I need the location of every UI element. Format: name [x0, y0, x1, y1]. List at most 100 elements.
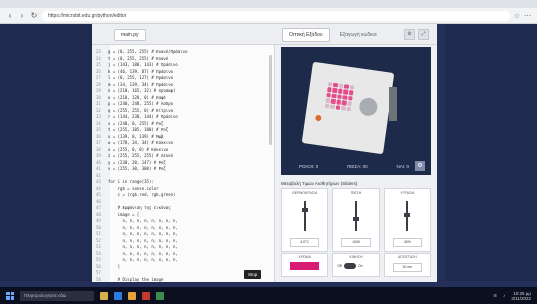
- reload-icon[interactable]: ↻: [30, 11, 38, 20]
- color-panel: ΧΡΩΜΑ: [281, 253, 329, 277]
- sim-settings-icon[interactable]: ⚙: [415, 161, 425, 171]
- code-text: n, n, n, n, n, n, n, n,: [108, 237, 178, 243]
- led-pixel: [347, 95, 353, 101]
- code-text: # Display the image: [108, 276, 164, 282]
- status-pressure: ΠΙΕΣΑ: 00: [346, 164, 368, 169]
- led-pixel: [337, 88, 343, 94]
- distance-panel: ΑΠΟΣΤΑΣΗ 30 cm: [383, 253, 431, 277]
- app-header: main.py Οπτική Εξόδου Εξαγωγή κώδικα ⚙ ⤢: [92, 24, 437, 45]
- app-icon[interactable]: [156, 291, 164, 300]
- code-text: v = (255, 30, 300) # Ροζ: [108, 166, 166, 171]
- led-pixel: [346, 101, 352, 107]
- sensor-humidity: ΥΓΡΑΣΙΑ 40%: [383, 188, 431, 252]
- edge-icon[interactable]: [114, 291, 122, 300]
- code-text: m = (34, 139, 34) # Πράσινο: [108, 81, 174, 87]
- code-text: y = (238, 20, 147) # Ροζ: [108, 159, 166, 165]
- sensor-value-input[interactable]: 40%: [392, 238, 422, 247]
- tab-visual-output[interactable]: Οπτική Εξόδου: [282, 28, 330, 42]
- address-bar[interactable]: https://microbit.edu.gr/python/editor: [42, 10, 510, 21]
- code-text: n, n, n, n, n, n, n, n,: [108, 244, 178, 249]
- code-text: ]: [108, 263, 121, 269]
- slider-handle[interactable]: [301, 208, 308, 212]
- monitor-screen: ‹ › ↻ https://microbit.edu.gr/python/edi…: [0, 0, 537, 287]
- sensor-label: ΠΙΕΣΗ: [350, 191, 362, 195]
- motion-toggle-row: Off On: [337, 263, 374, 269]
- code-text: n, n, n, n, n, n, n, n,: [108, 257, 178, 262]
- led-pixel: [343, 89, 349, 95]
- chrome-icon[interactable]: [128, 291, 136, 300]
- star-icon[interactable]: ☆: [514, 12, 520, 20]
- header-icons: ⚙ ⤢: [404, 29, 429, 40]
- sensor-value-input[interactable]: 4.0°C: [290, 238, 320, 247]
- clock[interactable]: 10:25 μμ 3/11/2022: [511, 291, 531, 301]
- clock-time: 10:25 μμ: [513, 290, 531, 296]
- code-text: for i in range(35):: [108, 179, 154, 184]
- file-explorer-icon[interactable]: [100, 291, 108, 300]
- extra-sensor-panels: ΧΡΩΜΑ ΚΙΝΗΣΗ Off On ΑΠΟΣΤΑΣΗ 30 cm: [281, 253, 431, 277]
- toggle-on-label: On: [357, 264, 363, 268]
- status-yes: ΝΑΙ: 0: [396, 164, 409, 169]
- motion-toggle[interactable]: [343, 263, 356, 269]
- code-text: l = (0, 255, 127) # Πράσινο: [108, 75, 174, 80]
- led-pixel: [325, 98, 331, 104]
- slider-handle[interactable]: [352, 217, 359, 221]
- led-pixel: [326, 92, 332, 98]
- app-icon[interactable]: [142, 291, 150, 300]
- simulator: ΡΟΛΟΙ: 0 ΠΙΕΣΑ: 00 ΝΑΙ: 0 ⚙: [281, 47, 431, 175]
- code-editor[interactable]: 23 g = (0, 255, 255) # Κυανό/Πράσινο 24 t =…: [92, 45, 275, 282]
- code-text: g = (0, 255, 255) # Κυανό/Πράσινο: [108, 49, 188, 54]
- settings-icon[interactable]: ⚙: [404, 29, 415, 40]
- panel-label: ΑΠΟΣΤΑΣΗ: [397, 255, 417, 259]
- fullscreen-icon[interactable]: ⤢: [418, 29, 429, 40]
- code-text: # Εμφάνιση της εικόνας: [108, 205, 171, 210]
- windows-start-icon[interactable]: [6, 291, 14, 300]
- sensor-pressure: ΠΙΕΣΗ 1000: [332, 188, 380, 252]
- code-lines[interactable]: 23 g = (0, 255, 255) # Κυανό/Πράσινο 24 t =…: [96, 49, 272, 282]
- status-led: [314, 114, 322, 122]
- led-pixel: [330, 104, 336, 110]
- led-pixel: [335, 104, 341, 110]
- sensor-panels: ΘΕΡΜΟΚΡΑΣΙΑ 4.0°C ΠΙΕΣΗ 1000 ΥΓΡΑΣΙΑ 40%: [281, 188, 431, 252]
- code-text: o = (218, 128, 0) # Καφέ: [108, 94, 166, 100]
- led-pixel: [333, 82, 339, 88]
- code-text: t = (0, 255, 255) # Κυανό: [108, 55, 169, 61]
- sensor-value-input[interactable]: 1000: [341, 238, 371, 247]
- editor-scrollbar[interactable]: [269, 55, 272, 145]
- pressure-slider[interactable]: [354, 201, 357, 231]
- led-pixel: [324, 103, 330, 109]
- temperature-slider[interactable]: [303, 201, 306, 231]
- tab-export-code[interactable]: Εξαγωγή κώδικα: [333, 28, 384, 42]
- forward-icon[interactable]: ›: [18, 11, 26, 20]
- motion-panel: ΚΙΝΗΣΗ Off On: [332, 253, 380, 277]
- led-matrix: [324, 82, 355, 112]
- led-pixel: [346, 106, 352, 112]
- color-swatch[interactable]: [290, 262, 320, 270]
- slider-handle[interactable]: [404, 212, 411, 217]
- code-text: j = (143, 188, 143) # Πράσινο: [108, 62, 178, 67]
- file-tab[interactable]: main.py: [114, 29, 146, 41]
- volume-icon[interactable]: ♪: [503, 293, 505, 298]
- code-text: p = (240, 248, 255) # Άσπρο: [108, 101, 174, 106]
- panel-label: ΧΡΩΜΑ: [298, 255, 311, 259]
- system-tray: ≋ ♪ 10:25 μμ 3/11/2022: [493, 291, 531, 301]
- menu-icon[interactable]: ⋯: [524, 12, 531, 20]
- sensor-temperature: ΘΕΡΜΟΚΡΑΣΙΑ 4.0°C: [281, 188, 329, 252]
- browser-tab-strip[interactable]: [0, 0, 537, 8]
- joystick-icon[interactable]: [358, 96, 379, 117]
- browser-toolbar: ‹ › ↻ https://microbit.edu.gr/python/edi…: [0, 8, 537, 24]
- sim-status-row: ΡΟΛΟΙ: 0 ΠΙΕΣΑ: 00 ΝΑΙ: 0: [299, 164, 409, 169]
- code-text: u = (139, 0, 139) # Μωβ: [108, 133, 164, 139]
- code-text: n, n, n, n, n, n, n, n,: [108, 224, 178, 230]
- led-pixel: [327, 87, 333, 93]
- wifi-icon[interactable]: ≋: [493, 293, 497, 299]
- back-icon[interactable]: ‹: [6, 11, 14, 20]
- led-pixel: [340, 105, 346, 111]
- stop-button[interactable]: Stop: [244, 270, 262, 279]
- code-text: q = (255, 255, 0) # Κίτρινο: [108, 107, 174, 113]
- taskbar-search[interactable]: Πληκτρολογήστε εδώ: [20, 290, 94, 301]
- led-pixel: [338, 83, 344, 89]
- code-text: n, n, n, n, n, n, n, n,: [108, 250, 178, 256]
- distance-input[interactable]: 30 cm: [392, 263, 422, 272]
- led-pixel: [337, 94, 342, 100]
- toggle-off-label: Off: [337, 264, 342, 268]
